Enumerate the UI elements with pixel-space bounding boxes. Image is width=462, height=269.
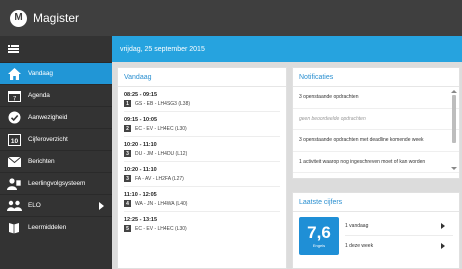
laatste-cijfers-title[interactable]: Laatste cijfers xyxy=(293,193,459,212)
current-date: vrijdag, 25 september 2015 xyxy=(120,45,205,53)
lesson-item[interactable]: 12:25 - 13:15 5 EC - EV - LH4EC (L30) xyxy=(118,212,286,232)
sidebar-item-berichten[interactable]: Berichten xyxy=(0,150,112,172)
notification-item[interactable]: geen beoordeelde opdrachten xyxy=(293,109,459,130)
grades-today-label: 1 vandaag xyxy=(345,223,369,229)
laatste-cijfers-body: 7,6 Engels 1 vandaag 1 deze week xyxy=(293,212,459,260)
lesson-time: 10:20 - 11:10 xyxy=(124,167,157,173)
vandaag-title[interactable]: Vandaag xyxy=(118,68,286,87)
scroll-down-icon[interactable] xyxy=(451,167,457,170)
sidebar-item-label: Berichten xyxy=(28,158,55,165)
grade-links: 1 vandaag 1 deze week xyxy=(345,217,453,255)
vandaag-panel: Vandaag 08:25 - 09:15 1 GS - EB - LH4SG3 … xyxy=(117,67,287,269)
app-window: M Magister Vandaag 7 Agenda Aanwezigheid… xyxy=(0,0,462,269)
notificaties-panel: Notificaties 3 openstaande opdrachten ge… xyxy=(292,67,460,179)
grade-10-icon: 10 xyxy=(6,133,22,147)
date-header: vrijdag, 25 september 2015 xyxy=(112,36,462,62)
lesson-description: EC - EV - LH4EC (L30) xyxy=(135,225,187,232)
lesson-hour-badge: 2 xyxy=(124,125,131,132)
sidebar-item-elo[interactable]: ELO xyxy=(0,194,112,216)
notification-item[interactable]: 3 openstaande opdrachten met deadline ko… xyxy=(293,130,459,152)
lesson-item[interactable]: 11:10 - 12:05 4 WA - JN - LH4WA (L40) xyxy=(118,187,286,212)
lesson-time: 10:20 - 11:10 xyxy=(124,142,157,148)
sidebar-item-agenda[interactable]: 7 Agenda xyxy=(0,84,112,106)
grades-this-week-label: 1 deze week xyxy=(345,242,374,249)
hamburger-icon xyxy=(8,45,19,53)
laatste-cijfers-panel: Laatste cijfers 7,6 Engels 1 vandaag 1 d… xyxy=(292,192,460,269)
people-icon xyxy=(6,199,22,213)
sidebar-item-label: Aanwezigheid xyxy=(28,114,68,121)
lesson-description: FA - AV - LH2FA (L27) xyxy=(135,175,184,182)
calendar-icon: 7 xyxy=(6,89,22,103)
lesson-time: 08:25 - 09:15 xyxy=(124,92,158,98)
latest-grade-tile[interactable]: 7,6 Engels xyxy=(299,217,339,255)
logo-glyph: M xyxy=(14,12,23,23)
lesson-hour-badge: 4 xyxy=(124,200,131,207)
sidebar-item-leermiddelen[interactable]: Leermiddelen xyxy=(0,216,112,238)
grades-today-link[interactable]: 1 vandaag xyxy=(345,217,453,236)
notification-item[interactable]: 3 openstaande opdrachten xyxy=(293,87,459,109)
lesson-hour-badge: 3 xyxy=(124,175,131,182)
arrow-right-icon xyxy=(441,242,445,249)
lesson-hour-badge: 1 xyxy=(124,100,131,107)
envelope-icon xyxy=(6,155,22,169)
lesson-time: 09:15 - 10:05 xyxy=(124,117,158,123)
lesson-description: WA - JN - LH4WA (L40) xyxy=(135,200,188,207)
lesson-description: EC - EV - LH4EC (L30) xyxy=(135,125,187,132)
arrow-right-icon xyxy=(441,223,445,229)
sidebar-item-label: Vandaag xyxy=(28,70,53,77)
top-bar: M Magister xyxy=(0,0,462,36)
lesson-item[interactable]: 10:20 - 11:10 3 FA - AV - LH2FA (L27) xyxy=(118,162,286,187)
home-icon xyxy=(6,67,22,81)
scrollbar-thumb[interactable] xyxy=(452,95,456,143)
book-icon xyxy=(6,221,22,235)
chevron-right-icon xyxy=(99,202,104,210)
grade-subject: Engels xyxy=(312,243,326,248)
lesson-item[interactable]: 08:25 - 09:15 1 GS - EB - LH4SG3 (L38) xyxy=(118,87,286,112)
notification-item[interactable]: 1 activiteit waarop nog ingeschreven moe… xyxy=(293,152,459,173)
sidebar: Vandaag 7 Agenda Aanwezigheid 10 Cijfero… xyxy=(0,36,112,269)
sidebar-item-label: Leerlingvolgsysteem xyxy=(28,180,86,187)
lesson-description: DU - JM - LH4DU (L12) xyxy=(135,150,188,157)
magister-logo-icon[interactable]: M xyxy=(10,9,27,27)
notificaties-title[interactable]: Notificaties xyxy=(293,68,459,87)
sidebar-item-label: Agenda xyxy=(28,92,50,99)
notificaties-scrollbar[interactable] xyxy=(451,90,457,170)
lesson-time: 11:10 - 12:05 xyxy=(124,192,157,198)
sidebar-item-label: Cijferoverzicht xyxy=(28,136,68,143)
sidebar-item-label: ELO xyxy=(28,202,41,209)
notificaties-list: 3 openstaande opdrachten geen beoordeeld… xyxy=(293,87,459,173)
grade-value: 7,6 xyxy=(307,223,331,242)
lesson-time: 12:25 - 13:15 xyxy=(124,217,158,223)
sidebar-item-aanwezigheid[interactable]: Aanwezigheid xyxy=(0,106,112,128)
lesson-description: GS - EB - LH4SG3 (L38) xyxy=(135,100,191,107)
menu-toggle-button[interactable] xyxy=(0,36,112,62)
sidebar-item-vandaag[interactable]: Vandaag xyxy=(0,62,112,84)
lesson-item[interactable]: 09:15 - 10:05 2 EC - EV - LH4EC (L30) xyxy=(118,112,286,137)
lesson-hour-badge: 5 xyxy=(124,225,131,232)
student-tracking-icon xyxy=(6,177,22,191)
grades-this-week-link[interactable]: 1 deze week xyxy=(345,236,453,255)
lesson-hour-badge: 3 xyxy=(124,150,131,157)
sidebar-item-cijferoverzicht[interactable]: 10 Cijferoverzicht xyxy=(0,128,112,150)
scroll-up-icon[interactable] xyxy=(451,90,457,93)
sidebar-item-leerlingvolgsysteem[interactable]: Leerlingvolgsysteem xyxy=(0,172,112,194)
svg-text:10: 10 xyxy=(10,137,18,144)
app-title: Magister xyxy=(33,11,80,25)
lesson-item[interactable]: 10:20 - 11:10 3 DU - JM - LH4DU (L12) xyxy=(118,137,286,162)
sidebar-item-label: Leermiddelen xyxy=(28,224,67,231)
sidebar-nav: Vandaag 7 Agenda Aanwezigheid 10 Cijfero… xyxy=(0,62,112,238)
check-circle-icon xyxy=(6,111,22,125)
